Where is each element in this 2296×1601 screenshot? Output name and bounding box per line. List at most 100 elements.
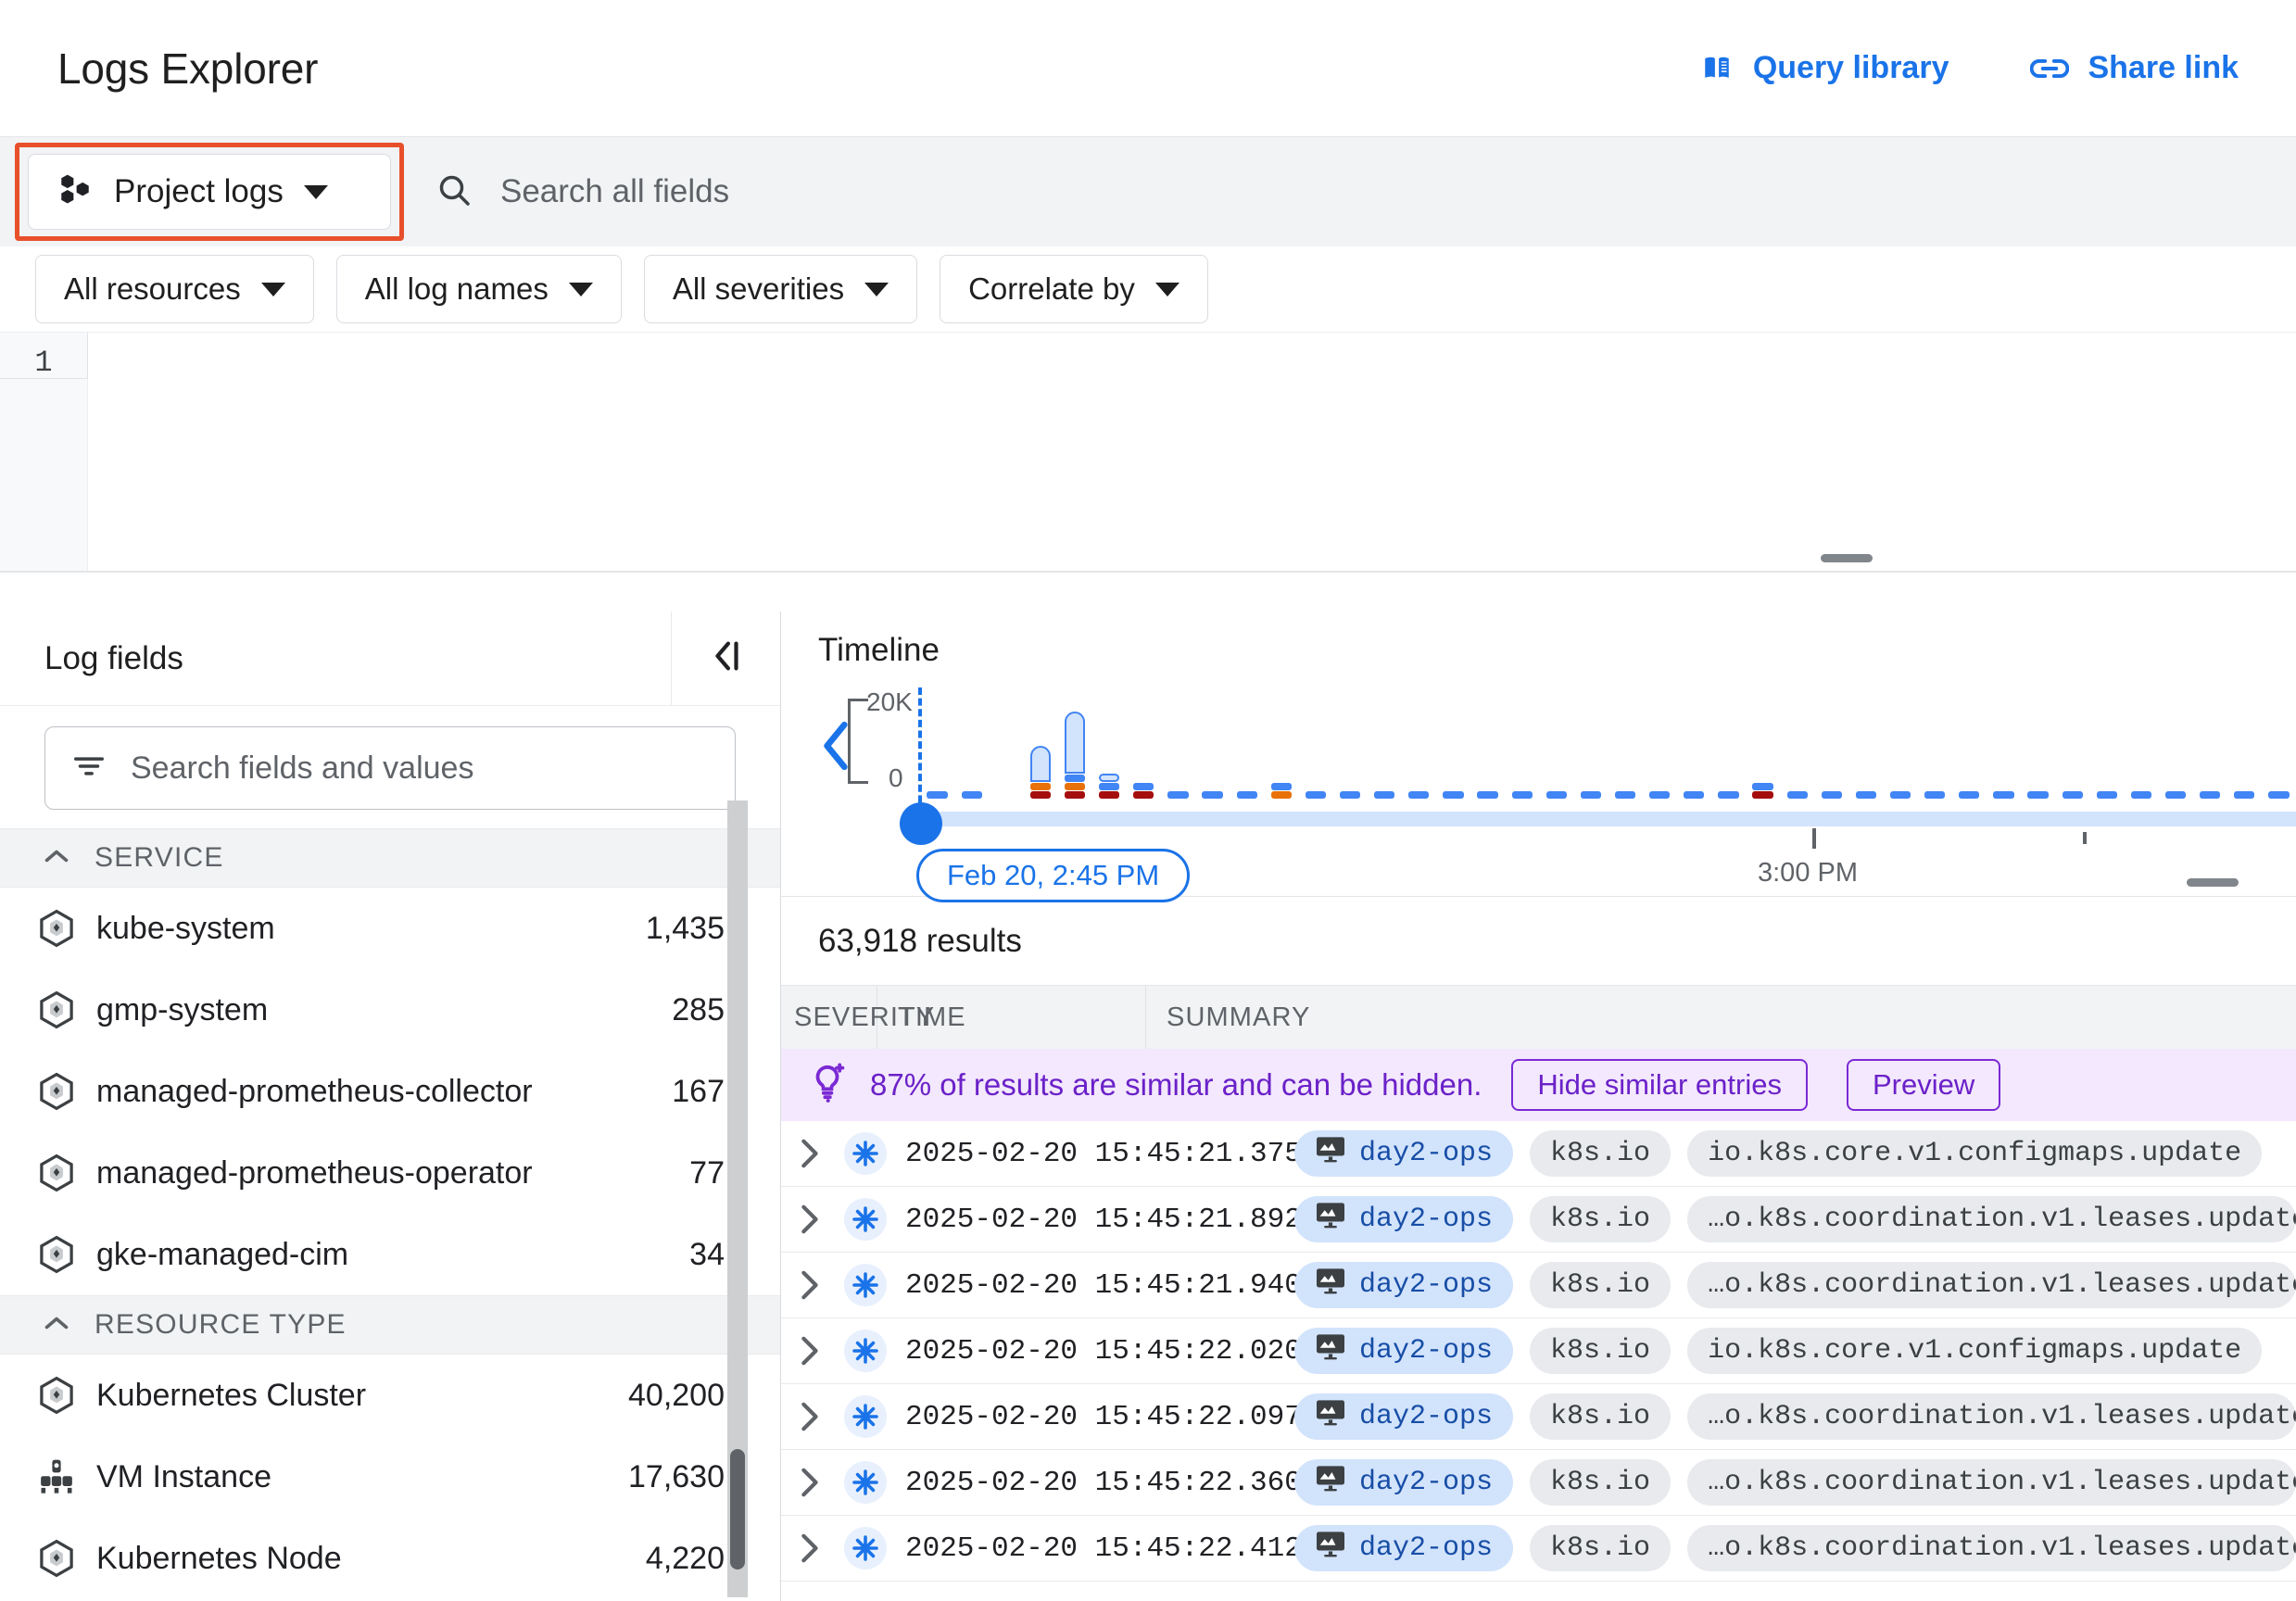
log-name-tag[interactable]: k8s.io xyxy=(1530,1130,1672,1177)
timeline-bar[interactable] xyxy=(1649,791,1671,799)
summary-tag[interactable]: …o.k8s.coordination.v1.leases.update xyxy=(1687,1525,2296,1571)
field-value-gmp-system[interactable]: gmp-system 285 xyxy=(0,969,780,1051)
timeline-bar[interactable] xyxy=(2234,791,2255,799)
timeline-bar[interactable] xyxy=(2096,791,2117,799)
timeline-chart[interactable]: 20K 0 3:00 PM Feb 20, 2:45 PM xyxy=(781,686,2296,902)
timeline-bar[interactable] xyxy=(1408,791,1430,799)
hide-similar-entries-button[interactable]: Hide similar entries xyxy=(1511,1059,1808,1111)
table-row[interactable]: 2025-02-20 15:45:21.940 day2-ops k8s.io …o.… xyxy=(781,1253,2296,1318)
table-row[interactable]: 2025-02-20 15:45:22.360 day2-ops k8s.io …o.… xyxy=(781,1450,2296,1516)
timeline-bar[interactable] xyxy=(1236,791,1257,799)
editor-resize-handle[interactable] xyxy=(1821,554,1873,562)
query-library-button[interactable]: Query library xyxy=(1699,50,1949,86)
timeline-bar[interactable] xyxy=(1545,791,1567,799)
chevron-right-icon[interactable] xyxy=(781,1467,837,1498)
resource-tag[interactable]: day2-ops xyxy=(1294,1130,1514,1177)
resource-tag[interactable]: day2-ops xyxy=(1294,1459,1514,1506)
field-value-gke-managed-cim[interactable]: gke-managed-cim 34 xyxy=(0,1214,780,1295)
summary-tag[interactable]: …o.k8s.coordination.v1.leases.update xyxy=(1687,1262,2296,1308)
timeline-bar[interactable] xyxy=(1339,791,1361,799)
timeline-bar[interactable] xyxy=(1752,783,1773,799)
timeline-bar[interactable] xyxy=(2268,791,2290,799)
resource-tag[interactable]: day2-ops xyxy=(1294,1525,1514,1571)
filter-all-resources[interactable]: All resources xyxy=(35,255,314,323)
filter-all-severities[interactable]: All severities xyxy=(643,255,918,323)
timeline-bar[interactable] xyxy=(2200,791,2221,799)
search-all-fields[interactable]: Search all fields xyxy=(435,137,2296,246)
timeline-bar[interactable] xyxy=(1821,791,1842,799)
log-name-tag[interactable]: k8s.io xyxy=(1530,1393,1672,1440)
timeline-bar[interactable] xyxy=(1924,791,1946,799)
chevron-right-icon[interactable] xyxy=(781,1269,837,1301)
timeline-plot[interactable] xyxy=(920,686,2296,799)
log-name-tag[interactable]: k8s.io xyxy=(1530,1262,1672,1308)
timeline-bar[interactable] xyxy=(2027,791,2049,799)
chevron-right-icon[interactable] xyxy=(781,1138,837,1169)
chevron-right-icon[interactable] xyxy=(781,1335,837,1367)
summary-tag[interactable]: …o.k8s.coordination.v1.leases.update xyxy=(1687,1393,2296,1440)
timeline-bar[interactable] xyxy=(1029,745,1052,799)
timeline-resize-handle[interactable] xyxy=(2187,878,2239,887)
resource-tag[interactable]: day2-ops xyxy=(1294,1196,1514,1242)
table-row[interactable]: 2025-02-20 15:45:22.097 day2-ops k8s.io …o.… xyxy=(781,1384,2296,1450)
timeline-bar[interactable] xyxy=(1959,791,1980,799)
column-header-time[interactable]: TIME xyxy=(877,986,1146,1049)
summary-tag[interactable]: io.k8s.core.v1.configmaps.update xyxy=(1687,1328,2263,1374)
filter-all-log-names[interactable]: All log names xyxy=(335,255,622,323)
timeline-bar[interactable] xyxy=(1374,791,1395,799)
table-row[interactable]: 2025-02-20 15:45:22.412 day2-ops k8s.io …o.… xyxy=(781,1516,2296,1582)
timeline-bar[interactable] xyxy=(1167,791,1189,799)
timeline-bar[interactable] xyxy=(927,791,948,799)
timeline-bar[interactable] xyxy=(1889,791,1911,799)
timeline-slider-knob[interactable] xyxy=(900,802,942,845)
timeline-bar[interactable] xyxy=(2062,791,2083,799)
timeline-bar[interactable] xyxy=(2164,791,2187,799)
timeline-bar[interactable] xyxy=(1270,783,1292,799)
timeline-bar[interactable] xyxy=(1064,711,1086,799)
summary-tag[interactable]: …o.k8s.coordination.v1.leases.update xyxy=(1687,1459,2296,1506)
field-value-kubernetes-node[interactable]: Kubernetes Node 4,220 xyxy=(0,1518,780,1599)
timeline-bar[interactable] xyxy=(1993,791,2014,799)
timeline-bar[interactable] xyxy=(961,791,982,799)
field-group-resource-type[interactable]: RESOURCE TYPE xyxy=(0,1295,780,1355)
table-row[interactable]: 2025-02-20 15:45:22.020 day2-ops k8s.io io.… xyxy=(781,1318,2296,1384)
chevron-right-icon[interactable] xyxy=(781,1204,837,1235)
timeline-bar[interactable] xyxy=(1684,791,1705,799)
table-row[interactable]: 2025-02-20 15:45:21.375 day2-ops k8s.io io.… xyxy=(781,1121,2296,1187)
timeline-bar[interactable] xyxy=(2130,791,2152,799)
chevron-right-icon[interactable] xyxy=(781,1401,837,1432)
log-name-tag[interactable]: k8s.io xyxy=(1530,1196,1672,1242)
search-input[interactable]: Search all fields xyxy=(500,173,729,210)
table-row[interactable]: 2025-02-20 15:45:21.892 day2-ops k8s.io …o.… xyxy=(781,1187,2296,1253)
timeline-slider-track[interactable] xyxy=(920,812,2296,826)
resource-tag[interactable]: day2-ops xyxy=(1294,1262,1514,1308)
field-value-managed-prometheus-operator[interactable]: managed-prometheus-operator 77 xyxy=(0,1132,780,1214)
summary-tag[interactable]: io.k8s.core.v1.configmaps.update xyxy=(1687,1130,2263,1177)
field-value-managed-prometheus-collector[interactable]: managed-prometheus-collector 167 xyxy=(0,1051,780,1132)
timeline-bar[interactable] xyxy=(1786,791,1808,799)
editor-code-area[interactable] xyxy=(88,333,2296,571)
timeline-range-pill[interactable]: Feb 20, 2:45 PM xyxy=(916,849,1191,902)
timeline-bar[interactable] xyxy=(1855,791,1877,799)
timeline-bar[interactable] xyxy=(1477,791,1498,799)
timeline-bar[interactable] xyxy=(1099,774,1120,799)
summary-tag[interactable]: …o.k8s.coordination.v1.leases.update xyxy=(1687,1196,2296,1242)
sidebar-scrollbar[interactable] xyxy=(727,800,748,1597)
timeline-bar[interactable] xyxy=(1580,791,1602,799)
timeline-bar[interactable] xyxy=(1718,791,1739,799)
timeline-bar[interactable] xyxy=(1133,782,1154,799)
timeline-bar[interactable] xyxy=(1511,791,1533,799)
column-header-summary[interactable]: SUMMARY xyxy=(1146,986,2296,1049)
preview-button[interactable]: Preview xyxy=(1846,1059,2001,1111)
resource-tag[interactable]: day2-ops xyxy=(1294,1328,1514,1374)
query-editor[interactable]: 1 xyxy=(0,332,2296,573)
chevron-right-icon[interactable] xyxy=(781,1532,837,1564)
project-logs-selector[interactable]: Project logs xyxy=(28,154,391,230)
column-header-severity[interactable]: SEVERITY xyxy=(781,986,934,1049)
field-value-kube-system[interactable]: kube-system 1,435 xyxy=(0,888,780,969)
log-name-tag[interactable]: k8s.io xyxy=(1530,1328,1672,1374)
log-name-tag[interactable]: k8s.io xyxy=(1530,1525,1672,1571)
resource-tag[interactable]: day2-ops xyxy=(1294,1393,1514,1440)
timeline-bar[interactable] xyxy=(1443,791,1464,799)
timeline-bar[interactable] xyxy=(1305,791,1327,799)
